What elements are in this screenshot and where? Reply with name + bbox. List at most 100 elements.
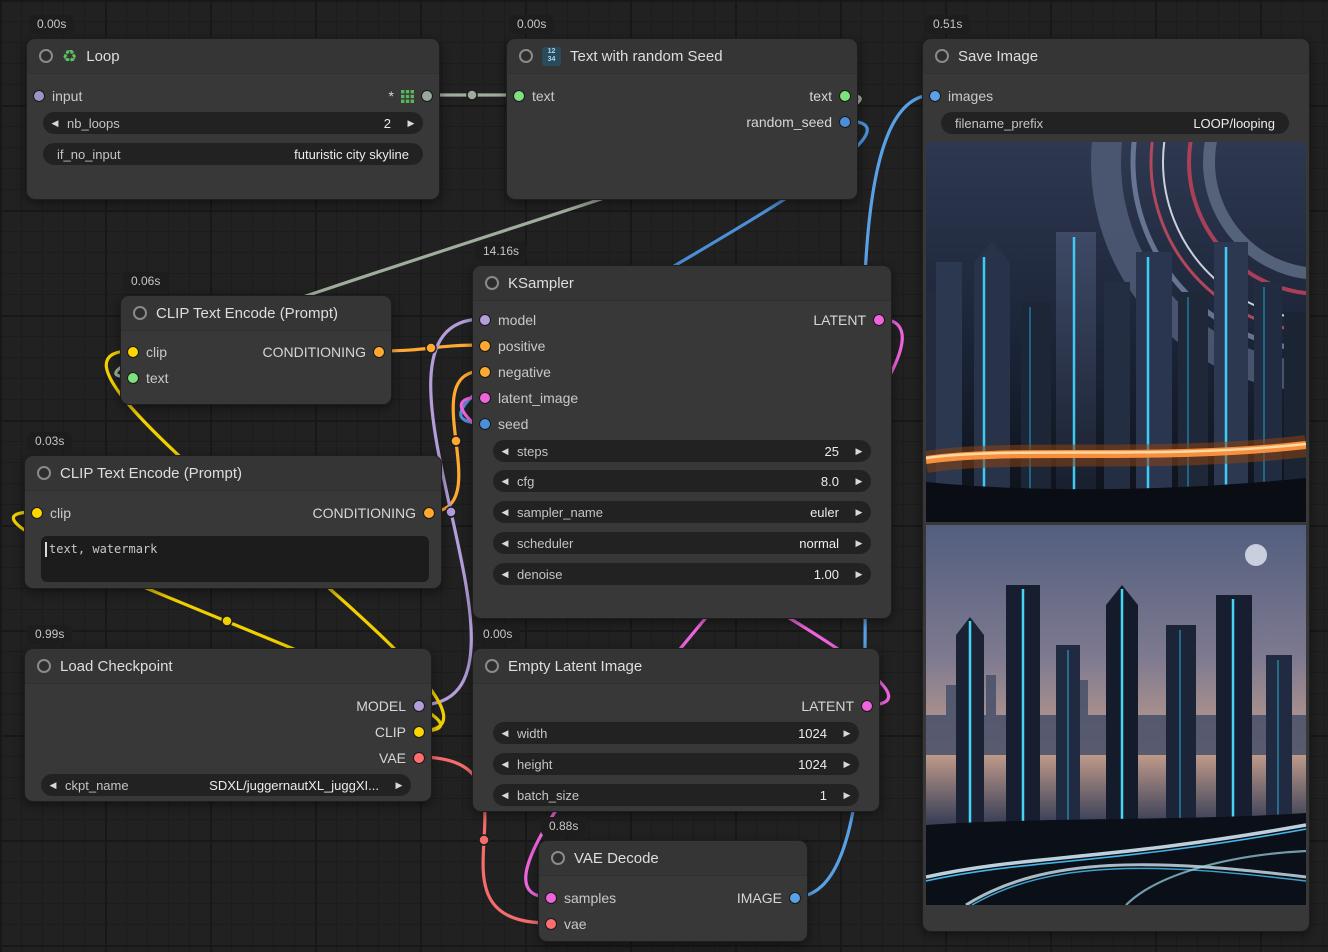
port-dot[interactable] (545, 892, 557, 904)
increment-icon[interactable]: ▶ (835, 728, 859, 739)
port-dot[interactable] (545, 918, 557, 930)
collapse-dot[interactable] (37, 659, 51, 673)
increment-icon[interactable]: ▶ (387, 780, 411, 791)
collapse-dot[interactable] (551, 851, 565, 865)
widget-filename_prefix[interactable]: filename_prefix LOOP/looping (941, 112, 1289, 134)
decrement-icon[interactable]: ◀ (493, 507, 517, 518)
output-port-latent[interactable]: LATENT (813, 310, 885, 330)
increment-icon[interactable]: ▶ (847, 538, 871, 549)
node-header[interactable]: CLIP Text Encode (Prompt) (121, 296, 391, 331)
port-dot[interactable] (789, 892, 801, 904)
node-header[interactable]: Empty Latent Image (473, 649, 879, 684)
port-dot[interactable] (413, 726, 425, 738)
input-port-negative[interactable]: negative (479, 362, 551, 382)
node-header[interactable]: Save Image (923, 39, 1309, 74)
input-port-latent_image[interactable]: latent_image (479, 388, 578, 408)
node-clip-text-encode-negative[interactable]: 0.03s CLIP Text Encode (Prompt) clip CON… (24, 455, 442, 589)
port-dot[interactable] (127, 372, 139, 384)
output-port-conditioning[interactable]: CONDITIONING (263, 342, 385, 362)
increment-icon[interactable]: ▶ (847, 446, 871, 457)
node-vae-decode[interactable]: 0.88s VAE Decode samples vae IMAGE (538, 840, 808, 942)
input-port-clip[interactable]: clip (127, 342, 167, 362)
port-dot[interactable] (861, 700, 873, 712)
increment-icon[interactable]: ▶ (399, 118, 423, 129)
port-dot[interactable] (479, 366, 491, 378)
output-port-conditioning[interactable]: CONDITIONING (313, 503, 435, 523)
decrement-icon[interactable]: ◀ (493, 728, 517, 739)
decrement-icon[interactable]: ◀ (43, 118, 67, 129)
port-dot[interactable] (127, 346, 139, 358)
output-port-random_seed[interactable]: random_seed (746, 112, 851, 132)
widget-nb_loops[interactable]: ◀ nb_loops 2 ▶ (43, 112, 423, 134)
widget-sampler_name[interactable]: ◀ sampler_name euler ▶ (493, 501, 871, 523)
increment-icon[interactable]: ▶ (847, 476, 871, 487)
increment-icon[interactable]: ▶ (835, 759, 859, 770)
port-dot[interactable] (479, 392, 491, 404)
output-port-model[interactable]: MODEL (356, 696, 425, 716)
input-port-text[interactable]: text (513, 86, 555, 106)
decrement-icon[interactable]: ◀ (493, 538, 517, 549)
collapse-dot[interactable] (519, 49, 533, 63)
node-header[interactable]: ♻ Loop (27, 39, 439, 74)
node-header[interactable]: CLIP Text Encode (Prompt) (25, 456, 441, 491)
collapse-dot[interactable] (133, 306, 147, 320)
node-header[interactable]: Load Checkpoint (25, 649, 431, 684)
port-dot[interactable] (479, 418, 491, 430)
input-port-samples[interactable]: samples (545, 888, 616, 908)
input-port-input[interactable]: input (33, 86, 82, 106)
widget-denoise[interactable]: ◀ denoise 1.00 ▶ (493, 563, 871, 585)
widget-cfg[interactable]: ◀ cfg 8.0 ▶ (493, 470, 871, 492)
decrement-icon[interactable]: ◀ (493, 476, 517, 487)
increment-icon[interactable]: ▶ (847, 507, 871, 518)
prompt-textarea[interactable]: text, watermark (41, 536, 429, 582)
node-header[interactable]: 12 34 Text with random Seed (507, 39, 857, 74)
widget-if_no_input[interactable]: if_no_input futuristic city skyline (43, 143, 423, 165)
decrement-icon[interactable]: ◀ (41, 780, 65, 791)
collapse-dot[interactable] (485, 276, 499, 290)
port-dot[interactable] (413, 700, 425, 712)
input-port-positive[interactable]: positive (479, 336, 545, 356)
output-port-image[interactable]: IMAGE (737, 888, 801, 908)
output-port-any[interactable]: * (389, 86, 433, 106)
input-port-text[interactable]: text (127, 368, 169, 388)
port-dot[interactable] (33, 90, 45, 102)
increment-icon[interactable]: ▶ (835, 790, 859, 801)
node-clip-text-encode-positive[interactable]: 0.06s CLIP Text Encode (Prompt) clip tex… (120, 295, 392, 405)
decrement-icon[interactable]: ◀ (493, 569, 517, 580)
port-dot[interactable] (479, 314, 491, 326)
widget-scheduler[interactable]: ◀ scheduler normal ▶ (493, 532, 871, 554)
port-dot[interactable] (423, 507, 435, 519)
input-port-vae[interactable]: vae (545, 914, 587, 934)
input-port-seed[interactable]: seed (479, 414, 528, 434)
widget-ckpt_name[interactable]: ◀ ckpt_name SDXL/juggernautXL_juggXI... … (41, 774, 411, 796)
port-dot[interactable] (873, 314, 885, 326)
node-text-with-random-seed[interactable]: 0.00s 12 34 Text with random Seed text t… (506, 38, 858, 200)
output-port-text[interactable]: text (809, 86, 851, 106)
input-port-model[interactable]: model (479, 310, 536, 330)
port-dot[interactable] (513, 90, 525, 102)
node-ksampler[interactable]: 14.16s KSampler model positive negative … (472, 265, 892, 619)
output-port-vae[interactable]: VAE (379, 748, 425, 768)
node-loop[interactable]: 0.00s ♻ Loop input * ◀ nb_loops 2 (26, 38, 440, 200)
port-dot[interactable] (929, 90, 941, 102)
node-save-image[interactable]: 0.51s Save Image images filename_prefix … (922, 38, 1310, 932)
node-graph-canvas[interactable]: 0.00s ♻ Loop input * ◀ nb_loops 2 (0, 0, 1328, 952)
collapse-dot[interactable] (37, 466, 51, 480)
node-header[interactable]: VAE Decode (539, 841, 807, 876)
port-dot[interactable] (413, 752, 425, 764)
port-dot[interactable] (839, 116, 851, 128)
input-port-clip[interactable]: clip (31, 503, 71, 523)
decrement-icon[interactable]: ◀ (493, 446, 517, 457)
collapse-dot[interactable] (935, 49, 949, 63)
node-header[interactable]: KSampler (473, 266, 891, 301)
port-dot[interactable] (421, 90, 433, 102)
widget-width[interactable]: ◀ width 1024 ▶ (493, 722, 859, 744)
port-dot[interactable] (839, 90, 851, 102)
decrement-icon[interactable]: ◀ (493, 759, 517, 770)
port-dot[interactable] (373, 346, 385, 358)
widget-steps[interactable]: ◀ steps 25 ▶ (493, 440, 871, 462)
node-load-checkpoint[interactable]: 0.99s Load Checkpoint MODEL CLIP VAE ◀ c… (24, 648, 432, 802)
increment-icon[interactable]: ▶ (847, 569, 871, 580)
node-empty-latent-image[interactable]: 0.00s Empty Latent Image LATENT ◀ width … (472, 648, 880, 812)
decrement-icon[interactable]: ◀ (493, 790, 517, 801)
